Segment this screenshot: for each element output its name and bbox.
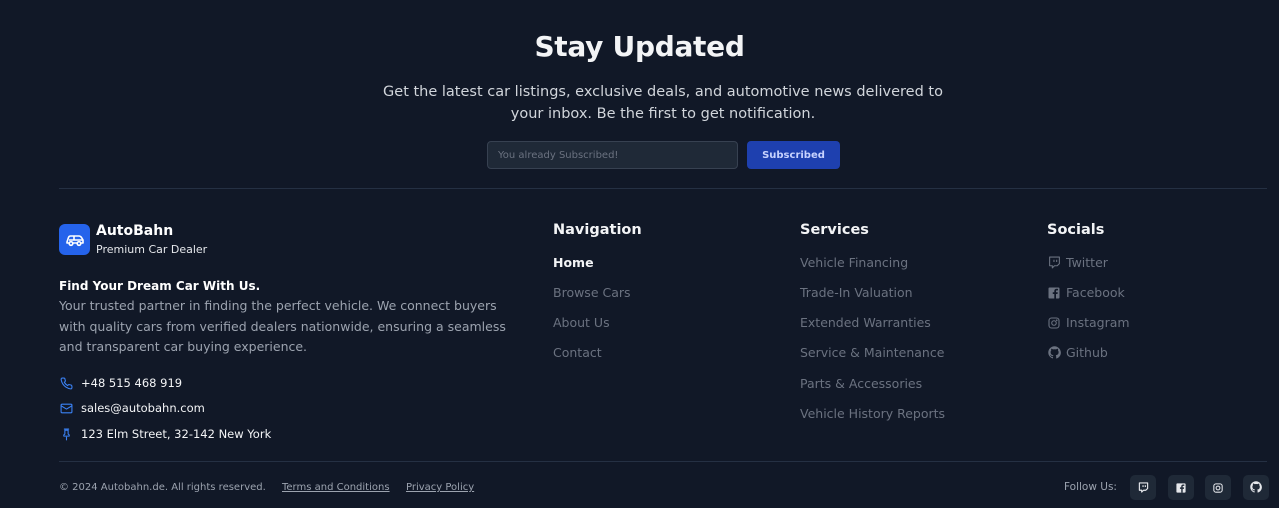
newsletter-email-input[interactable] <box>487 141 738 169</box>
nav-link-home[interactable]: Home <box>553 255 594 270</box>
github-icon <box>1047 346 1061 360</box>
facebook-icon <box>1176 478 1186 497</box>
social-label: Github <box>1066 345 1108 360</box>
service-link-parts[interactable]: Parts & Accessories <box>800 376 922 391</box>
footer-facebook-button[interactable] <box>1168 475 1194 500</box>
contact-address-text: 123 Elm Street, 32-142 New York <box>81 427 272 441</box>
follow-us-label: Follow Us: <box>1064 481 1117 493</box>
service-link-warranties[interactable]: Extended Warranties <box>800 315 931 330</box>
social-link-facebook[interactable]: Facebook <box>1047 285 1125 300</box>
brand-name[interactable]: AutoBahn <box>96 223 173 239</box>
contact-email[interactable]: sales@autobahn.com <box>59 400 205 416</box>
phone-icon <box>59 376 73 390</box>
facebook-icon <box>1047 286 1061 300</box>
brand-about: Your trusted partner in finding the perf… <box>59 298 506 354</box>
footer-instagram-button[interactable] <box>1205 475 1231 500</box>
service-link-history[interactable]: Vehicle History Reports <box>800 406 945 421</box>
social-label: Twitter <box>1066 255 1108 270</box>
social-label: Facebook <box>1066 285 1125 300</box>
service-link-trade-in[interactable]: Trade-In Valuation <box>800 285 913 300</box>
twitch-icon <box>1047 256 1061 270</box>
contact-phone[interactable]: +48 515 468 919 <box>59 375 182 391</box>
social-link-twitter[interactable]: Twitter <box>1047 255 1108 270</box>
pin-icon <box>59 427 73 441</box>
brand-subtitle: Premium Car Dealer <box>96 243 208 256</box>
instagram-icon <box>1047 316 1061 330</box>
twitch-icon <box>1138 478 1149 497</box>
nav-link-contact[interactable]: Contact <box>553 345 602 360</box>
brand-tagline: Find Your Dream Car With Us. <box>59 279 261 293</box>
nav-link-about-us[interactable]: About Us <box>553 315 610 330</box>
contact-email-text: sales@autobahn.com <box>81 401 205 415</box>
terms-link[interactable]: Terms and Conditions <box>282 482 390 493</box>
services-title: Services <box>800 222 869 238</box>
footer-twitch-button[interactable] <box>1130 475 1156 500</box>
copyright-text: © 2024 Autobahn.de. All rights reserved. <box>59 482 266 493</box>
contact-phone-text: +48 515 468 919 <box>81 376 183 390</box>
divider <box>59 461 1267 462</box>
social-link-github[interactable]: Github <box>1047 345 1108 360</box>
navigation-title: Navigation <box>553 222 642 238</box>
newsletter-description: Get the latest car listings, exclusive d… <box>383 84 943 122</box>
footer-github-button[interactable] <box>1243 475 1269 500</box>
nav-link-browse-cars[interactable]: Browse Cars <box>553 285 631 300</box>
social-label: Instagram <box>1066 315 1130 330</box>
newsletter-title: Stay Updated <box>534 30 745 63</box>
mail-icon <box>59 401 73 415</box>
service-link-financing[interactable]: Vehicle Financing <box>800 255 908 270</box>
divider <box>59 188 1267 189</box>
github-icon <box>1250 478 1262 497</box>
subscribe-button[interactable]: Subscribed <box>747 141 840 169</box>
contact-address[interactable]: 123 Elm Street, 32-142 New York <box>59 426 271 442</box>
instagram-icon <box>1213 478 1223 497</box>
privacy-link[interactable]: Privacy Policy <box>406 482 474 493</box>
newsletter-section: Stay Updated Get the latest car listings… <box>0 0 1279 188</box>
socials-title: Socials <box>1047 222 1105 238</box>
car-icon[interactable] <box>59 224 90 255</box>
social-link-instagram[interactable]: Instagram <box>1047 315 1130 330</box>
service-link-maintenance[interactable]: Service & Maintenance <box>800 345 944 360</box>
